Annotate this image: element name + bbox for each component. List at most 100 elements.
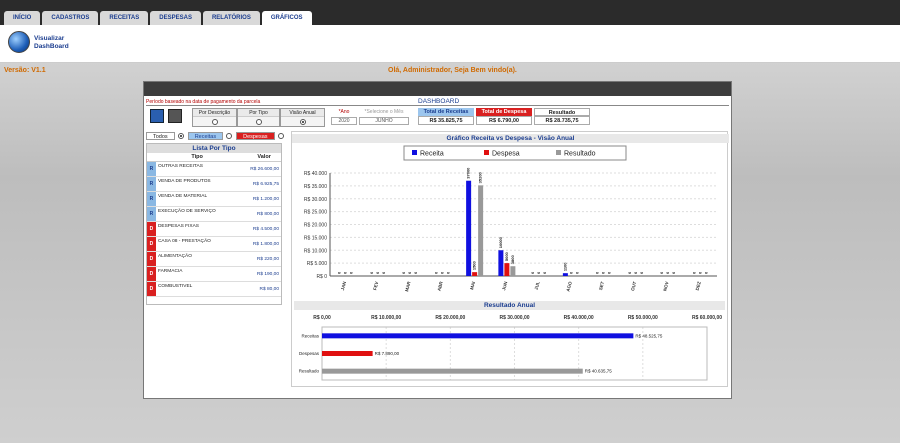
ano-select[interactable]: 2020 [331,117,357,125]
option-por-descricao[interactable]: Por Descrição [192,108,237,127]
filter-receitas-button[interactable]: Receitas [187,131,224,140]
x-tick-label: AGO [565,280,573,292]
exit-icon[interactable] [150,109,164,123]
bar-value-label: R$ 48.525,75 [635,333,663,338]
data-label: 5000 [504,251,509,261]
y-tick-label: R$ 0 [316,274,327,280]
result-bar [322,333,634,339]
type-value: R$ 80,00 [259,287,279,292]
x-tick-label: R$ 0,00 [313,315,331,321]
type-name: VENDA DE PRODUTOS [157,179,211,184]
mes-select[interactable]: JUNHO [359,117,409,125]
x-tick-label: R$ 60.000,00 [692,315,722,321]
tab-despesas[interactable]: DESPESAS [150,11,201,25]
data-label: 0 [401,271,406,274]
legend-swatch [556,150,561,155]
type-value: R$ 220,00 [256,257,279,262]
x-tick-label: JUL [534,281,541,291]
type-badge: D [147,282,156,296]
type-value: R$ 26.600,00 [250,167,279,172]
option-por-tipo[interactable]: Por Tipo [237,108,280,127]
bar-value-label: R$ 7.890,00 [375,351,400,356]
main-tabs: INÍCIO CADASTROS RECEITAS DESPESAS RELAT… [4,11,314,25]
tab-cadastros[interactable]: CADASTROS [42,11,99,25]
list-item[interactable]: R EXECUÇÃO DE SERVIÇO R$ 800,00 [147,207,281,222]
type-value: R$ 6.925,75 [252,182,279,187]
header: Visualizar DashBoard [0,25,900,63]
mes-label: *Selecione o Mês [364,109,404,115]
type-name: COMBUSTIVEL [157,284,193,289]
result-bar [322,351,373,356]
x-tick-label: JUN [501,281,508,291]
bar-receita [562,273,568,276]
data-label: 0 [369,271,374,274]
data-label: 0 [574,271,579,274]
radio-despesas[interactable] [277,132,284,139]
data-label: 1100 [562,262,567,271]
y-tick-label: R$ 35.000 [304,184,327,190]
type-badge: R [147,192,156,206]
list-item[interactable]: D FARMACIA R$ 190,00 [147,267,281,282]
radio-receitas[interactable] [226,132,233,139]
tab-receitas[interactable]: RECEITAS [100,11,149,25]
option-label: Por Tipo [238,109,279,117]
data-label: 0 [542,271,547,274]
legend-label: Resultado [564,151,596,158]
tab-inicio[interactable]: INÍCIO [4,11,41,25]
resultado-label: Resultado [534,108,590,116]
option-visao-anual[interactable]: Visão Anual [280,108,325,127]
list-item[interactable]: D DESPESAS FIXAS R$ 4.500,00 [147,222,281,237]
type-name: CASA 08 - PRESTAÇÃO [157,239,211,244]
radio-visao-anual[interactable] [299,119,306,125]
filter-todos-button[interactable]: Todos [146,131,175,140]
radio-por-tipo[interactable] [255,119,262,125]
version-label: Versão: V1.1 [4,67,46,74]
annual-bar-chart: Receita Despesa Resultado R$ 0 R$ 5.000 R$ 10… [304,145,717,292]
list-item[interactable]: D CASA 08 - PRESTAÇÃO R$ 1.800,00 [147,237,281,252]
result-bar [322,368,583,374]
list-item[interactable]: D COMBUSTIVEL R$ 80,00 [147,282,281,297]
radio-todos[interactable] [177,132,184,139]
legend-label: Receita [420,151,444,158]
type-name: FARMACIA [157,269,183,274]
list-item[interactable]: R VENDA DE PRODUTOS R$ 6.925,75 [147,177,281,192]
list-item[interactable]: R VENDA DE MATERIAL R$ 1.200,00 [147,192,281,207]
list-item[interactable]: R OUTRAS RECEITAS R$ 26.600,00 [147,162,281,177]
total-despesa: Total de Despesa R$ 6.790,00 [476,108,532,127]
data-label: 0 [607,271,612,274]
tab-relatorios[interactable]: RELATÓRIOS [202,11,260,25]
divider [146,105,729,106]
chart-title: Gráfico Receita vs Despesa - Visão Anual [292,134,729,143]
x-tick-label: R$ 20.000,00 [435,315,465,321]
list-rows: R OUTRAS RECEITAS R$ 26.600,00 R VENDA DE PR… [147,162,281,297]
data-label: 0 [639,271,644,274]
data-label: 0 [407,271,412,274]
radio-por-descricao[interactable] [211,119,218,125]
type-filters: Todos Receitas Despesas [146,131,288,140]
y-tick-label: R$ 25.000 [304,210,327,216]
legend-label: Despesa [492,151,520,158]
x-tick-label: MAR [404,280,412,292]
data-label: 0 [337,271,342,274]
data-label: 0 [568,271,573,274]
print-icon[interactable] [168,109,182,123]
mes-field[interactable]: *Selecione o Mês JUNHO [359,108,409,127]
data-label: 0 [375,271,380,274]
data-label: 10000 [498,236,503,248]
type-name: VENDA DE MATERIAL [157,194,208,199]
tab-graficos[interactable]: GRÁFICOS [261,11,312,25]
data-label: 0 [697,271,702,274]
y-tick-label: R$ 5.000 [307,261,328,267]
data-label: 0 [627,271,632,274]
type-badge: R [147,207,156,221]
data-label: 37000 [466,167,471,179]
ano-field[interactable]: *Ano 2020 [331,108,357,127]
legend-swatch [412,150,417,155]
total-despesa-label: Total de Despesa [476,108,532,116]
data-label: 0 [671,271,676,274]
data-label: 0 [659,271,664,274]
filter-despesas-button[interactable]: Despesas [236,131,275,140]
type-name: ALIMENTAÇÃO [157,254,192,259]
data-label: 0 [595,271,600,274]
list-item[interactable]: D ALIMENTAÇÃO R$ 220,00 [147,252,281,267]
